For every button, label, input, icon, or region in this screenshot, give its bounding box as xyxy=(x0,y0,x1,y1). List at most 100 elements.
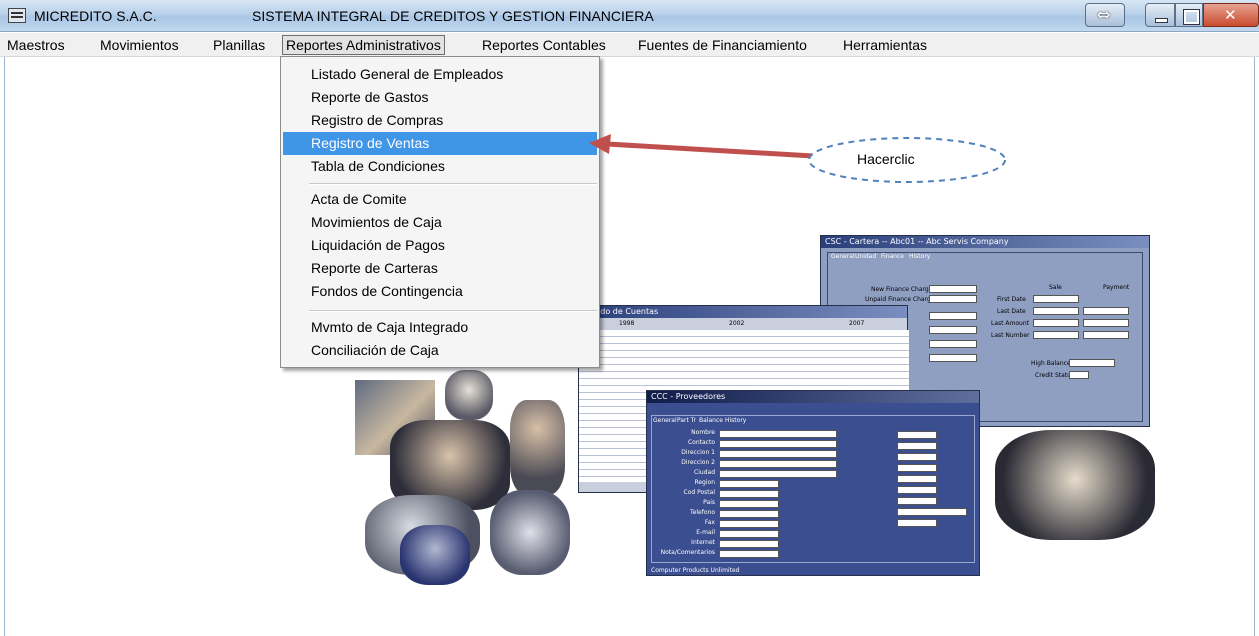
maximize-button[interactable] xyxy=(1175,3,1203,27)
collage-proveedores-label: Telefono xyxy=(690,509,715,516)
collage-cartera-input xyxy=(1083,307,1129,315)
collage-cartera-tab-3: Finance xyxy=(881,253,904,260)
menuitem-fondos-de-contingencia[interactable]: Fondos de Contingencia xyxy=(281,280,599,303)
collage-cartera-col-sale: Sale xyxy=(1049,284,1062,291)
menu-bar: Maestros Movimientos Planillas Reportes … xyxy=(0,33,1259,57)
annotation-arrow-head xyxy=(589,134,611,154)
collage-proveedores-field xyxy=(719,520,779,528)
collage-proveedores-field xyxy=(719,480,779,488)
menuitem-listado-general-de-empleados[interactable]: Listado General de Empleados xyxy=(281,63,599,86)
menuitem-conciliacion-de-caja[interactable]: Conciliación de Caja xyxy=(281,339,599,362)
minimize-button[interactable] xyxy=(1145,3,1175,27)
collage-estado-header-2: 2002 xyxy=(729,320,745,327)
menu-separator xyxy=(309,183,597,185)
collage-window-cartera-title: CSC - Cartera -- Abc01 -- Abc Servis Com… xyxy=(821,236,1149,248)
collage-proveedores-label: Nota/Comentarios xyxy=(660,549,715,556)
collage-proveedores-label: Fax xyxy=(704,519,715,526)
photo-office-6 xyxy=(490,490,570,575)
collage-cartera-tab-2: Unidad xyxy=(855,253,877,260)
menu-planillas[interactable]: Planillas xyxy=(210,36,268,54)
collage-proveedores-field xyxy=(897,475,937,483)
menuitem-registro-de-ventas[interactable]: Registro de Ventas xyxy=(283,132,597,155)
photo-meeting xyxy=(995,430,1155,540)
collage-cartera-input xyxy=(1083,331,1129,339)
collage-proveedores-label: E-mail xyxy=(696,529,715,536)
collage-cartera-input xyxy=(1069,371,1089,379)
collage-window-proveedores-title: CCC - Proveedores xyxy=(647,391,979,403)
menuitem-acta-de-comite[interactable]: Acta de Comite xyxy=(281,188,599,211)
collage-proveedores-tab-4: History xyxy=(725,417,747,424)
menu-separator xyxy=(309,310,597,312)
menuitem-tabla-de-condiciones[interactable]: Tabla de Condiciones xyxy=(281,155,599,178)
collage-proveedores-tab-2: Part Tr xyxy=(677,417,697,424)
menu-herramientas[interactable]: Herramientas xyxy=(840,36,930,54)
menu-reportes-contables[interactable]: Reportes Contables xyxy=(479,36,609,54)
menu-reportes-administrativos[interactable]: Reportes Administrativos xyxy=(282,35,445,55)
collage-proveedores-label: Region xyxy=(694,479,715,486)
menu-movimientos[interactable]: Movimientos xyxy=(97,36,182,54)
collage-proveedores-field xyxy=(897,453,937,461)
collage-proveedores-field xyxy=(719,440,837,448)
collage-cartera-input xyxy=(929,312,977,320)
collage-cartera-input xyxy=(1033,307,1079,315)
annotation-arrow xyxy=(589,134,814,159)
collage-estado-header-3: 2007 xyxy=(849,320,865,327)
collage-proveedores-field xyxy=(719,530,779,538)
menu-fuentes-de-financiamiento[interactable]: Fuentes de Financiamiento xyxy=(635,36,810,54)
collage-cartera-field-1: New Finance Charge xyxy=(871,286,933,293)
collage-proveedores-tab-1: General xyxy=(653,417,677,424)
collage-proveedores-status: Computer Products Unlimited xyxy=(651,567,740,574)
collage-proveedores-field xyxy=(719,490,779,498)
menuitem-movimientos-de-caja[interactable]: Movimientos de Caja xyxy=(281,211,599,234)
collage-cartera-input xyxy=(1069,359,1115,367)
collage-cartera-field-2: Unpaid Finance Charge xyxy=(865,296,935,303)
collage-window-estado-title: Estado de Cuentas xyxy=(579,306,907,318)
collage-proveedores-field xyxy=(897,442,937,450)
switch-window-button[interactable] xyxy=(1085,3,1125,27)
collage-proveedores-label: Direccion 2 xyxy=(681,459,715,466)
collage-cartera-input xyxy=(929,340,977,348)
app-menu-icon[interactable] xyxy=(8,8,26,23)
collage-proveedores-field xyxy=(897,519,937,527)
menuitem-reporte-de-carteras[interactable]: Reporte de Carteras xyxy=(281,257,599,280)
collage-proveedores-field xyxy=(719,550,779,558)
app-title: MICREDITO S.A.C. xyxy=(34,8,157,24)
collage-cartera-row-2: Last Date xyxy=(997,308,1026,315)
collage-cartera-input xyxy=(929,354,977,362)
collage-cartera-row-3: Last Amount xyxy=(991,320,1029,327)
collage-proveedores-label: Cod Postal xyxy=(683,489,715,496)
collage-proveedores-label: Pais xyxy=(703,499,715,506)
collage-cartera-input xyxy=(929,295,977,303)
collage-cartera-row-1: First Date xyxy=(997,296,1026,303)
collage-cartera-input xyxy=(1033,295,1079,303)
collage-proveedores-field xyxy=(719,510,779,518)
collage-cartera-col-payment: Payment xyxy=(1103,284,1130,291)
collage-cartera-bottom-1: High Balance xyxy=(1031,360,1071,367)
photo-office-2 xyxy=(445,370,493,420)
collage-proveedores-label: Nombre xyxy=(691,429,715,436)
annotation-arrow-line xyxy=(606,141,814,159)
menu-maestros[interactable]: Maestros xyxy=(4,36,68,54)
menuitem-reporte-de-gastos[interactable]: Reporte de Gastos xyxy=(281,86,599,109)
collage-cartera-input xyxy=(1033,319,1079,327)
title-bar: MICREDITO S.A.C. SISTEMA INTEGRAL DE CRE… xyxy=(0,0,1259,32)
collage-proveedores-field xyxy=(897,431,937,439)
collage-cartera-tab-4: History xyxy=(909,253,931,260)
collage-proveedores-label: Direccion 1 xyxy=(681,449,715,456)
collage-proveedores-label: Internet xyxy=(691,539,715,546)
menuitem-registro-de-compras[interactable]: Registro de Compras xyxy=(281,109,599,132)
annotation-callout-text: Hacerclic xyxy=(857,151,915,167)
close-button[interactable] xyxy=(1203,3,1259,27)
collage-estado-header-1: 1998 xyxy=(619,320,635,327)
collage-proveedores-label: Ciudad xyxy=(694,469,715,476)
collage-window-proveedores: CCC - Proveedores General Part Tr Balanc… xyxy=(646,390,980,576)
collage-proveedores-field xyxy=(719,470,837,478)
photo-office-7 xyxy=(400,525,470,585)
menuitem-mvmto-de-caja-integrado[interactable]: Mvmto de Caja Integrado xyxy=(281,316,599,339)
collage-proveedores-field xyxy=(897,508,967,516)
menuitem-liquidacion-de-pagos[interactable]: Liquidación de Pagos xyxy=(281,234,599,257)
collage-proveedores-field xyxy=(719,450,837,458)
reportes-administrativos-dropdown: Listado General de Empleados Reporte de … xyxy=(280,56,600,368)
collage-proveedores-tab-3: Balance xyxy=(699,417,723,424)
collage-cartera-input xyxy=(929,326,977,334)
